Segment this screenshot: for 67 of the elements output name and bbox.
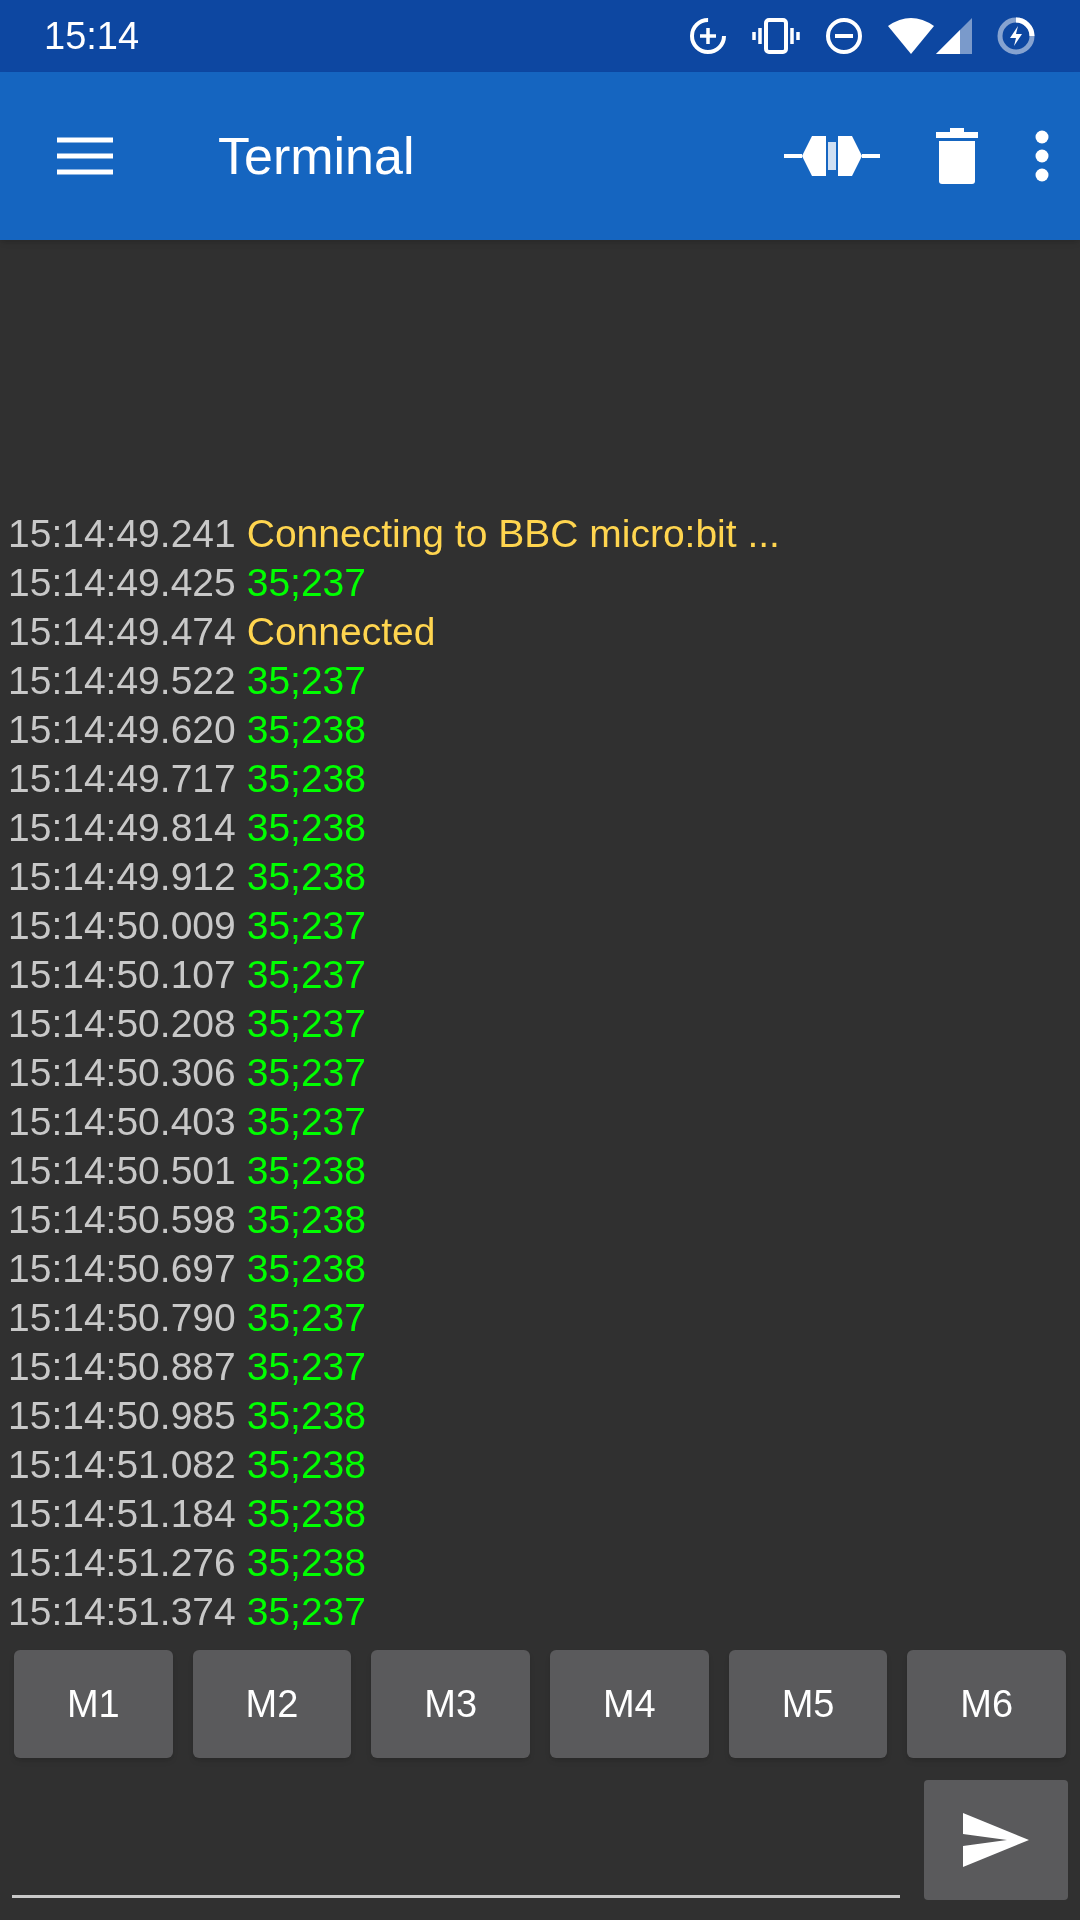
- log-timestamp: 15:14:50.107: [8, 952, 236, 998]
- log-timestamp: 15:14:49.912: [8, 854, 236, 900]
- log-timestamp: 15:14:50.985: [8, 1393, 236, 1439]
- log-timestamp: 15:14:50.306: [8, 1050, 236, 1096]
- data-message: 35;238: [246, 1197, 366, 1243]
- data-message: 35;237: [246, 1050, 366, 1096]
- app-title: Terminal: [218, 126, 415, 187]
- data-message: 35;237: [246, 903, 366, 949]
- data-message: 35;238: [246, 854, 366, 900]
- log-timestamp: 15:14:49.620: [8, 707, 236, 753]
- data-message: 35;237: [246, 1589, 366, 1635]
- log-timestamp: 15:14:51.374: [8, 1589, 236, 1635]
- data-message: 35;238: [246, 1491, 366, 1537]
- data-message: 35;237: [246, 1295, 366, 1341]
- macro-button[interactable]: M6: [907, 1650, 1067, 1758]
- delete-button[interactable]: [936, 128, 978, 184]
- data-message: 35;237: [246, 952, 366, 998]
- log-timestamp: 15:14:49.717: [8, 756, 236, 802]
- do-not-disturb-icon: [824, 16, 864, 56]
- log-timestamp: 15:14:50.887: [8, 1344, 236, 1390]
- log-timestamp: 15:14:49.425: [8, 560, 236, 606]
- data-message: 35;238: [246, 1540, 366, 1586]
- log-timestamp: 15:14:50.697: [8, 1246, 236, 1292]
- data-message: 35;238: [246, 1393, 366, 1439]
- wifi-icon: [888, 18, 934, 54]
- macro-button[interactable]: M4: [550, 1650, 709, 1758]
- signal-icon: [936, 18, 972, 54]
- status-message: Connected: [246, 609, 436, 655]
- macro-button[interactable]: M2: [192, 1650, 352, 1758]
- log-timestamp: 15:14:49.522: [8, 658, 236, 704]
- log-timestamp: 15:14:51.184: [8, 1491, 236, 1537]
- data-message: 35;238: [246, 1148, 366, 1194]
- data-message: 35;238: [246, 756, 366, 802]
- log-timestamp: 15:14:50.208: [8, 1001, 236, 1047]
- macro-button[interactable]: M5: [728, 1650, 888, 1758]
- trash-icon: [936, 128, 978, 184]
- send-icon: [963, 1813, 1029, 1867]
- more-options-button[interactable]: [1034, 130, 1050, 182]
- data-message: 35;238: [246, 1246, 366, 1292]
- data-message: 35;237: [246, 1001, 366, 1047]
- status-message: Connecting to BBC micro:bit ...: [246, 511, 780, 557]
- log-timestamp: 15:14:50.790: [8, 1295, 236, 1341]
- more-options-icon: [1034, 130, 1050, 182]
- data-message: 35;238: [246, 1442, 366, 1488]
- log-timestamp: 15:14:49.814: [8, 805, 236, 851]
- log-timestamp: 15:14:49.241: [8, 511, 236, 557]
- data-message: 35;238: [246, 805, 366, 851]
- battery-charging-icon: [996, 16, 1036, 56]
- data-saver-icon: [688, 16, 728, 56]
- data-message: 35;237: [246, 1344, 366, 1390]
- log-timestamp: 15:14:51.082: [8, 1442, 236, 1488]
- data-message: 35;238: [246, 707, 366, 753]
- log-timestamp: 15:14:50.598: [8, 1197, 236, 1243]
- menu-icon: [57, 136, 113, 176]
- send-button[interactable]: [924, 1780, 1068, 1900]
- status-time: 15:14: [44, 13, 140, 59]
- log-timestamp: 15:14:50.501: [8, 1148, 236, 1194]
- log-timestamp: 15:14:51.276: [8, 1540, 236, 1586]
- macro-button[interactable]: M3: [371, 1650, 530, 1758]
- log-timestamp: 15:14:49.474: [8, 609, 236, 655]
- log-timestamp: 15:14:50.009: [8, 903, 236, 949]
- data-message: 35;237: [246, 1099, 366, 1145]
- vibrate-icon: [752, 16, 800, 56]
- data-message: 35;237: [246, 560, 366, 606]
- data-message: 35;237: [246, 658, 366, 704]
- macro-button[interactable]: M1: [14, 1650, 173, 1758]
- log-timestamp: 15:14:50.403: [8, 1099, 236, 1145]
